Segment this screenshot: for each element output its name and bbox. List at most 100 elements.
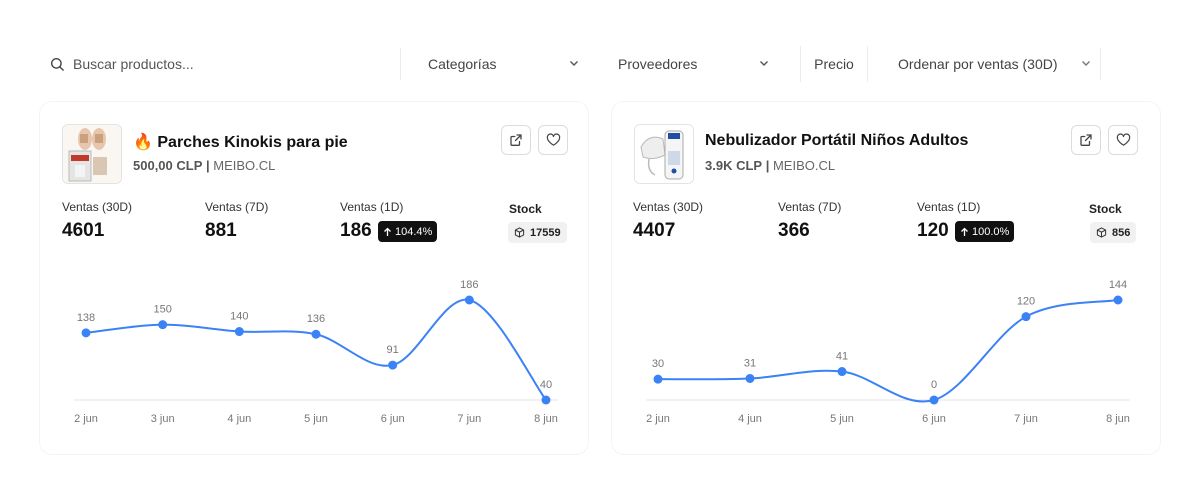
favorite-button[interactable] xyxy=(538,125,568,155)
stat-label: Ventas (1D) xyxy=(917,200,981,214)
product-title-text: Nebulizador Portátil Niños Adultos xyxy=(705,132,969,149)
data-label: 91 xyxy=(387,344,399,356)
sort-dropdown[interactable]: Ordenar por ventas (30D) xyxy=(890,46,1100,82)
product-image[interactable] xyxy=(634,124,694,184)
data-point[interactable] xyxy=(745,373,755,383)
subtitle-separator: | xyxy=(765,158,770,173)
data-point[interactable] xyxy=(1113,295,1123,305)
heart-icon xyxy=(1116,133,1130,146)
change-badge-text: 104.4% xyxy=(395,225,433,238)
data-point[interactable] xyxy=(929,395,939,405)
data-label: 186 xyxy=(460,279,478,291)
data-label: 31 xyxy=(744,357,756,369)
product-card[interactable]: 🔥 Parches Kinokis para pie 500,00 CLP | … xyxy=(40,102,588,454)
chevron-down-icon xyxy=(760,61,768,66)
stat-label: Ventas (7D) xyxy=(778,200,842,214)
heart-icon xyxy=(546,133,560,146)
box-icon xyxy=(514,227,525,238)
change-badge-text: 100.0% xyxy=(972,225,1010,238)
data-label: 140 xyxy=(230,311,248,323)
x-tick-label: 2 jun xyxy=(74,413,98,425)
stat-value: 120 xyxy=(917,220,949,241)
x-tick-label: 3 jun xyxy=(151,413,175,425)
stock-label: Stock xyxy=(509,202,542,216)
filter-bar: Categorías Proveedores Precio Ordenar po… xyxy=(40,46,1160,82)
data-label: 150 xyxy=(153,304,171,316)
data-point[interactable] xyxy=(653,374,663,384)
product-title[interactable]: Nebulizador Portátil Niños Adultos xyxy=(705,132,968,150)
data-point[interactable] xyxy=(234,327,244,337)
search-input[interactable] xyxy=(73,56,373,72)
data-label: 136 xyxy=(307,313,325,325)
arrow-up-icon xyxy=(384,227,391,236)
data-point[interactable] xyxy=(81,328,91,338)
stat-value: 4601 xyxy=(62,220,105,241)
stock-label: Stock xyxy=(1089,202,1122,216)
product-price: 500,00 CLP xyxy=(133,158,203,173)
product-price: 3.9K CLP xyxy=(705,158,763,173)
price-button[interactable]: Precio xyxy=(800,46,868,82)
stat-label: Ventas (30D) xyxy=(62,200,133,214)
subtitle-separator: | xyxy=(206,158,210,173)
data-label: 144 xyxy=(1109,279,1127,291)
data-point[interactable] xyxy=(158,320,168,330)
x-tick-label: 6 jun xyxy=(381,413,405,425)
product-subtitle: 3.9K CLP | MEIBO.CL xyxy=(705,158,835,173)
series-line xyxy=(657,299,1119,403)
stock-pill: 856 xyxy=(1090,222,1137,243)
search-icon xyxy=(50,57,64,71)
categories-label: Categorías xyxy=(428,56,497,72)
stat-label: Ventas (7D) xyxy=(205,200,269,214)
data-point[interactable] xyxy=(541,395,551,405)
search-box[interactable] xyxy=(40,46,400,82)
providers-dropdown[interactable]: Proveedores xyxy=(610,46,778,82)
stock-pill: 17559 xyxy=(508,222,567,243)
sales-line-chart: 138 2 jun 150 3 jun 140 4 jun 136 5 jun 91 6 jun 1… xyxy=(74,279,558,425)
data-point[interactable] xyxy=(837,367,847,377)
open-external-button[interactable] xyxy=(501,125,531,155)
stock-value: 17559 xyxy=(530,226,561,239)
external-link-icon xyxy=(1080,134,1092,146)
data-label: 138 xyxy=(77,312,95,324)
stat-value: 366 xyxy=(778,220,810,241)
store-name: MEIBO.CL xyxy=(213,158,276,173)
product-card[interactable]: Nebulizador Portátil Niños Adultos 3.9K … xyxy=(612,102,1160,454)
data-label: 40 xyxy=(540,379,552,391)
data-point[interactable] xyxy=(388,360,398,370)
arrow-up-icon xyxy=(961,227,968,236)
stat-value: 4407 xyxy=(633,220,676,241)
categories-dropdown[interactable]: Categorías xyxy=(420,46,588,82)
x-tick-label: 5 jun xyxy=(830,413,854,425)
chevron-down-icon xyxy=(1082,61,1090,66)
x-tick-label: 8 jun xyxy=(534,413,558,425)
external-link-icon xyxy=(510,134,522,146)
data-label: 41 xyxy=(836,351,848,363)
x-tick-label: 7 jun xyxy=(457,413,481,425)
chevron-down-icon xyxy=(570,61,578,66)
change-badge: 104.4% xyxy=(378,221,438,242)
change-badge: 100.0% xyxy=(955,221,1015,242)
stock-value: 856 xyxy=(1112,226,1131,239)
data-point[interactable] xyxy=(464,295,474,305)
product-title-text: Parches Kinokis para pie xyxy=(157,134,348,151)
x-tick-label: 7 jun xyxy=(1014,413,1038,425)
sales-line-chart: 30 2 jun 31 4 jun 41 5 jun 0 6 jun 120 7 jun 144 8 … xyxy=(646,279,1130,425)
x-tick-label: 6 jun xyxy=(922,413,946,425)
sort-label: Ordenar por ventas (30D) xyxy=(898,56,1058,72)
data-point[interactable] xyxy=(311,329,321,339)
product-image[interactable] xyxy=(62,124,122,184)
data-label: 30 xyxy=(652,358,664,370)
stat-value: 186 xyxy=(340,220,372,241)
divider xyxy=(400,48,401,80)
product-subtitle: 500,00 CLP | MEIBO.CL xyxy=(133,158,275,173)
stat-value: 881 xyxy=(205,220,237,241)
favorite-button[interactable] xyxy=(1108,125,1138,155)
x-tick-label: 4 jun xyxy=(227,413,251,425)
x-tick-label: 5 jun xyxy=(304,413,328,425)
providers-label: Proveedores xyxy=(618,56,698,72)
price-label: Precio xyxy=(814,56,854,72)
divider xyxy=(1100,48,1101,80)
open-external-button[interactable] xyxy=(1071,125,1101,155)
product-title[interactable]: 🔥 Parches Kinokis para pie xyxy=(133,132,348,152)
data-point[interactable] xyxy=(1021,312,1031,322)
